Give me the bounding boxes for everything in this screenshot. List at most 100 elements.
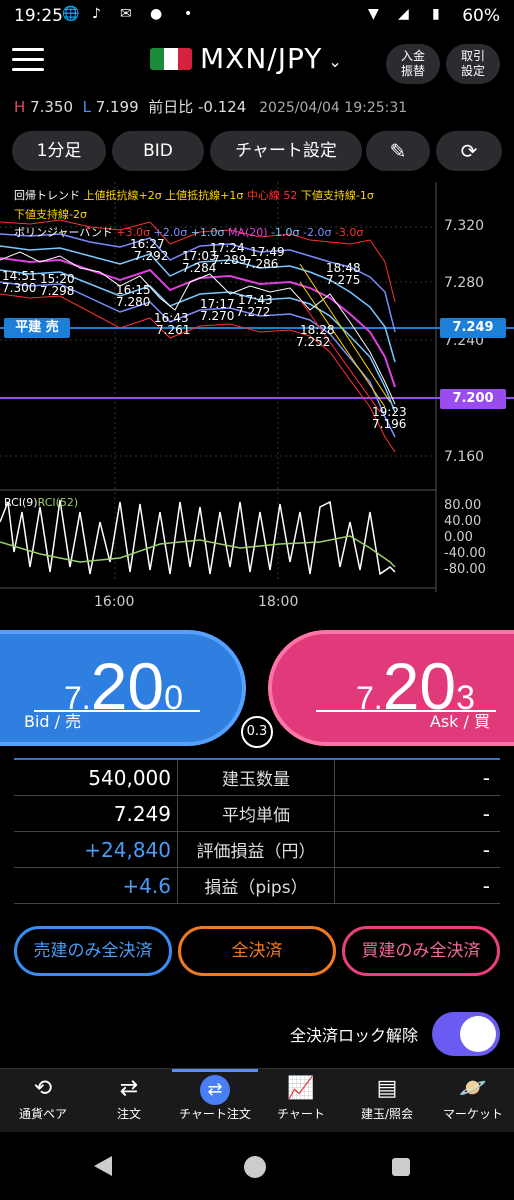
timeframe-button[interactable]: 1分足 [12, 131, 106, 171]
position-qty-right: - [334, 759, 500, 796]
bid-toggle-button[interactable]: BID [112, 131, 204, 171]
annotation-1643-p: 7.261 [156, 323, 190, 337]
bottom-nav: ⟲ 通貨ペア ⇄ 注文 ⇄ チャート注文 📈 チャート ▤ 建玉/照会 🪐 マー… [0, 1068, 514, 1132]
legend-item: +3.0σ [116, 226, 154, 239]
y-tick: 7.280 [444, 275, 485, 291]
nav-chart[interactable]: 📈 チャート [258, 1069, 344, 1133]
current-price-tag: 7.200 [440, 389, 506, 409]
header: MXN/JPY ⌄ 入金 振替 取引 設定 [0, 36, 514, 92]
annotation-1749-p: 7.286 [244, 257, 278, 271]
rci-legend: RCI(9)RCI(52) [4, 496, 78, 509]
status-bar: 19:25 🌐 ♪ ✉ ● • ▼ ◢ ▮ 60% [0, 0, 514, 34]
nav-label: チャート [277, 1107, 325, 1121]
chart-settings-button[interactable]: チャート設定 [210, 131, 362, 171]
annotation-1848-p: 7.275 [326, 273, 360, 287]
low-label: L [82, 98, 91, 116]
avg-price-label: 平均単価 [222, 806, 290, 826]
alert-icon: ● [150, 6, 163, 22]
nav-currency-pair[interactable]: ⟲ 通貨ペア [0, 1069, 86, 1133]
dot-icon: • [184, 6, 193, 22]
nav-market[interactable]: 🪐 マーケット [430, 1069, 514, 1133]
deposit-transfer-button[interactable]: 入金 振替 [386, 44, 440, 84]
nav-label: 注文 [116, 1107, 141, 1121]
legend-item: -2.0σ [302, 226, 335, 239]
home-icon[interactable] [244, 1156, 266, 1178]
spread-badge: 0.3 [241, 716, 273, 748]
chart-icon: 📈 [287, 1076, 315, 1101]
close-lock-row: 全決済ロック解除 [290, 1012, 500, 1056]
pencil-icon[interactable]: ✎ [366, 131, 430, 171]
signal-icon: ◢ [398, 6, 409, 22]
price-chart[interactable]: 14:517.300 15:207.298 16:277.292 16:157.… [0, 182, 514, 612]
rci9-label: RCI(9) [4, 496, 38, 509]
legend-item: MA(20) [227, 226, 272, 239]
quote-line: H 7.350 L 7.199 前日比 -0.124 2025/04/04 19… [14, 96, 504, 118]
pair-selector[interactable]: MXN/JPY ⌄ [150, 42, 343, 75]
pl-yen-right: - [334, 831, 500, 868]
status-time: 19:25 [14, 6, 63, 26]
close-sell-only-button[interactable]: 売建のみ全決済 [14, 926, 172, 976]
rci-tick: -40.00 [444, 546, 486, 561]
annotation-1627-p: 7.292 [134, 249, 168, 263]
annotation-1615-p: 7.280 [116, 295, 150, 309]
nav-order[interactable]: ⇄ 注文 [86, 1069, 172, 1133]
bid-sell-button[interactable]: 7.200 Bid / 売 [0, 630, 246, 746]
position-price-tag: 7.249 [440, 318, 506, 338]
annotation-1717-p: 7.270 [200, 309, 234, 323]
trade-settings-button[interactable]: 取引 設定 [446, 44, 500, 84]
close-lock-label: 全決済ロック解除 [289, 1026, 418, 1045]
tiktok-icon: ♪ [92, 6, 101, 22]
annotation-1743-p: 7.272 [236, 305, 270, 319]
annotation-1451-p: 7.300 [2, 281, 36, 295]
y-tick: 7.160 [444, 449, 485, 465]
currency-pair-icon: ⟲ [33, 1076, 53, 1101]
chart-toolbar: 1分足 BID チャート設定 ✎ ⟳ [12, 131, 506, 171]
legend-item: -3.0σ [334, 226, 364, 239]
table-row: +4.6 損益（pips） - [14, 867, 500, 904]
menu-icon[interactable] [12, 48, 44, 76]
avg-price-right: - [334, 795, 500, 832]
rci-tick: -80.00 [444, 562, 486, 577]
legend-item: 上値抵抗線+2σ [83, 189, 166, 202]
high-value: 7.350 [30, 98, 74, 116]
bid-label: Bid / 売 [24, 712, 82, 731]
legend-support-2sigma: 下値支持線-2σ [14, 208, 87, 221]
wifi-icon: ▼ [368, 6, 379, 22]
legend-item: ボリンジャーバンド [14, 226, 117, 239]
legend-item: 下値支持線-1σ [300, 189, 374, 202]
quote-timestamp: 2025/04/04 19:25:31 [259, 100, 408, 116]
close-all-button[interactable]: 全決済 [178, 926, 336, 976]
change-value: -0.124 [198, 98, 247, 116]
nav-label: 建玉/照会 [360, 1107, 414, 1121]
annotation-1724-p: 7.289 [212, 253, 246, 267]
position-tag[interactable]: 平建 売 [4, 318, 70, 338]
close-buy-only-button[interactable]: 買建のみ全決済 [342, 926, 500, 976]
close-lock-toggle[interactable] [432, 1012, 500, 1056]
rotate-icon[interactable]: ⟳ [436, 131, 502, 171]
avg-price-value: 7.249 [14, 795, 178, 832]
pl-yen-label: 評価損益（円） [196, 842, 316, 862]
low-value: 7.199 [95, 98, 139, 116]
change-label: 前日比 [148, 98, 194, 116]
chevron-down-icon: ⌄ [328, 52, 343, 71]
pl-pips-label: 損益（pips） [204, 878, 308, 898]
legend-item: +2.0σ [153, 226, 191, 239]
positions-table: 540,000 建玉数量 - 7.249 平均単価 - +24,840 評価損益… [14, 758, 500, 904]
rci52-label: RCI(52) [37, 496, 79, 509]
legend-item: -1.0σ [271, 226, 303, 239]
nav-label: チャート注文 [179, 1107, 251, 1121]
ask-buy-button[interactable]: 7.203 Ask / 買 [268, 630, 514, 746]
x-tick: 18:00 [258, 594, 299, 610]
nav-chart-order[interactable]: ⇄ チャート注文 [172, 1069, 258, 1133]
chart-order-icon: ⇄ [172, 1069, 258, 1105]
rci-tick: 80.00 [444, 498, 482, 513]
rci-tick: 40.00 [444, 514, 482, 529]
y-tick: 7.320 [444, 218, 485, 234]
nav-positions[interactable]: ▤ 建玉/照会 [344, 1069, 430, 1133]
back-icon[interactable] [94, 1156, 112, 1176]
chart-legend-regression: 回帰トレンド 上値抵抗線+2σ 上値抵抗線+1σ 中心線 52 下値支持線-1σ [14, 187, 374, 203]
recents-icon[interactable] [392, 1158, 410, 1176]
table-row: 540,000 建玉数量 - [14, 759, 500, 796]
nav-label: 通貨ペア [18, 1107, 67, 1121]
annotation-1520-p: 7.298 [40, 284, 74, 298]
